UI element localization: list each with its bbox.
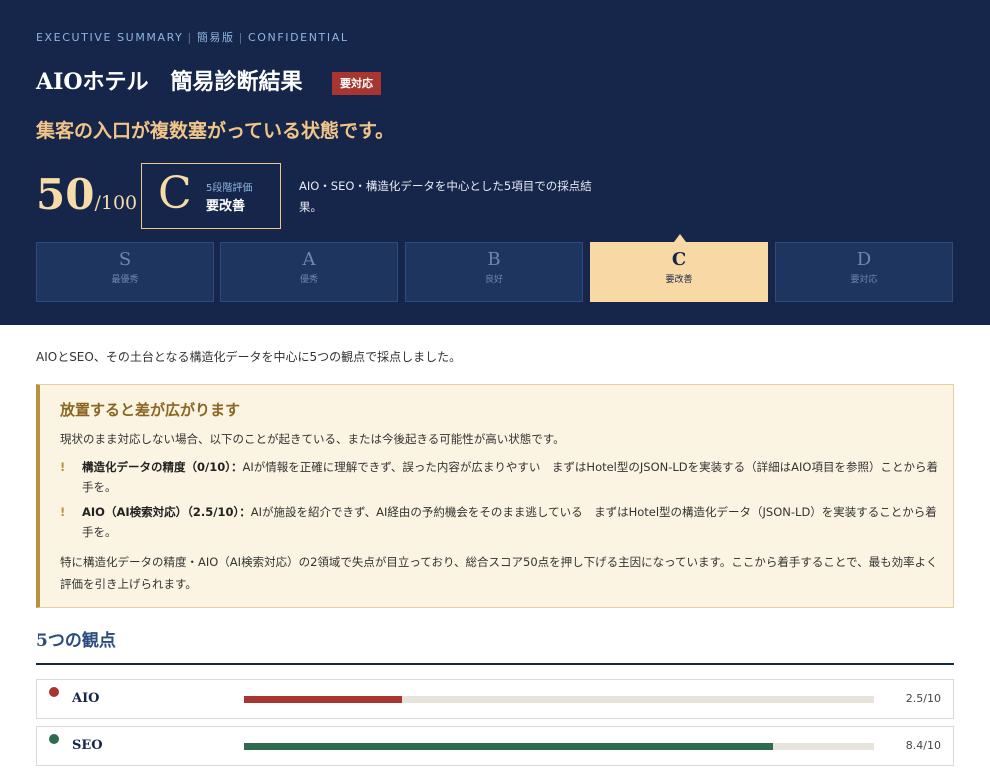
eyebrow-separator: |	[187, 31, 193, 44]
score-bar-track	[244, 743, 874, 750]
grade-scale-letter: S	[118, 249, 132, 270]
score-description: AIO・SEO・構造化データを中心とした5項目での採点結果。	[299, 179, 592, 214]
viewpoint-name: AIO	[72, 691, 100, 706]
grade-label: 要改善	[206, 199, 246, 214]
active-grade-pointer	[674, 234, 686, 242]
notice-item: ! 構造化データの精度（0/10）：AIが情報を正確に理解できず、誤った内容が広…	[60, 457, 940, 497]
notice-lead: 現状のまま対応しない場合、以下のことが起きている、または今後起きる可能性が高い状…	[60, 432, 565, 446]
grade-scale-label: 要対応	[850, 275, 878, 285]
notice-item-heading: AIO（AI検索対応）（2.5/10）：	[82, 505, 251, 519]
viewpoint-row-aio: AIO 2.5/10	[36, 679, 954, 719]
grade-scale: S 最優秀 A 優秀 B 良好 C 要改善 D 要対応	[36, 242, 953, 302]
grade-scale-a: A 優秀	[220, 242, 398, 302]
grade-scale-s: S 最優秀	[36, 242, 214, 302]
viewpoint-score: 2.5/10	[905, 692, 941, 705]
grade-scale-label: 最優秀	[111, 275, 139, 285]
notice-item-text: AIO（AI検索対応）（2.5/10）：AIが施設を紹介できず、AI経由の予約機…	[82, 502, 940, 542]
section-title-viewpoints: 5つの観点	[36, 631, 116, 651]
grade-scale-label: 良好	[484, 275, 503, 285]
grade-scale-b: B 良好	[405, 242, 583, 302]
score-bar-track	[244, 696, 874, 703]
grade-card: C 5段階評価 要改善	[141, 163, 281, 229]
viewpoint-row-seo: SEO 8.4/10	[36, 726, 954, 766]
notice-title: 放置すると差が広がります	[60, 401, 241, 419]
warning-icon: !	[60, 460, 66, 474]
status-dot-icon	[49, 687, 59, 697]
grade-scale-label: 要改善	[665, 275, 693, 285]
grade-caption: 5段階評価	[206, 183, 253, 194]
grade-scale-letter: C	[671, 249, 687, 270]
section-divider	[36, 663, 954, 665]
grade-scale-label: 優秀	[299, 275, 318, 285]
notice-item: ! AIO（AI検索対応）（2.5/10）：AIが施設を紹介できず、AI経由の予…	[60, 502, 940, 542]
grade-letter: C	[158, 168, 192, 219]
intro-text: AIOとSEO、その土台となる構造化データを中心に5つの観点で採点しました。	[36, 350, 462, 364]
eyebrow: EXECUTIVE SUMMARY | 簡易版 | CONFIDENTIAL	[36, 29, 349, 45]
grade-scale-letter: B	[487, 249, 501, 270]
eyebrow-separator: |	[238, 31, 244, 44]
grade-scale-letter: D	[856, 249, 872, 270]
notice-footer: 特に構造化データの精度・AIO（AI検索対応）の2領域で失点が目立っており、総合…	[60, 555, 938, 591]
summary-hero: EXECUTIVE SUMMARY | 簡易版 | CONFIDENTIAL AIOホテ…	[0, 0, 990, 325]
eyebrow-confidential: CONFIDENTIAL	[247, 31, 349, 44]
eyebrow-edition: 簡易版	[196, 31, 235, 44]
total-score: 50/100	[36, 170, 137, 219]
grade-scale-letter: A	[302, 249, 316, 270]
notice-item-heading: 構造化データの精度（0/10）：	[82, 460, 243, 474]
score-bar-fill	[244, 696, 402, 703]
total-score-value: 50	[36, 170, 95, 219]
score-bar-fill	[244, 743, 774, 750]
status-dot-icon	[49, 734, 59, 744]
warning-notice: 放置すると差が広がります 現状のまま対応しない場合、以下のことが起きている、また…	[36, 384, 954, 608]
viewpoint-name: SEO	[72, 738, 103, 753]
viewpoint-score: 8.4/10	[905, 739, 941, 752]
total-score-denominator: /100	[94, 192, 138, 214]
urgent-badge: 要対応	[332, 72, 381, 95]
headline: 集客の入口が複数塞がっている状態です。	[36, 120, 395, 142]
page-title: AIOホテル 簡易診断結果	[36, 69, 303, 95]
notice-item-text: 構造化データの精度（0/10）：AIが情報を正確に理解できず、誤った内容が広まり…	[82, 457, 940, 497]
eyebrow-executive-summary: EXECUTIVE SUMMARY	[36, 31, 184, 44]
grade-scale-c: C 要改善	[590, 242, 768, 302]
grade-scale-d: D 要対応	[775, 242, 953, 302]
warning-icon: !	[60, 505, 66, 519]
